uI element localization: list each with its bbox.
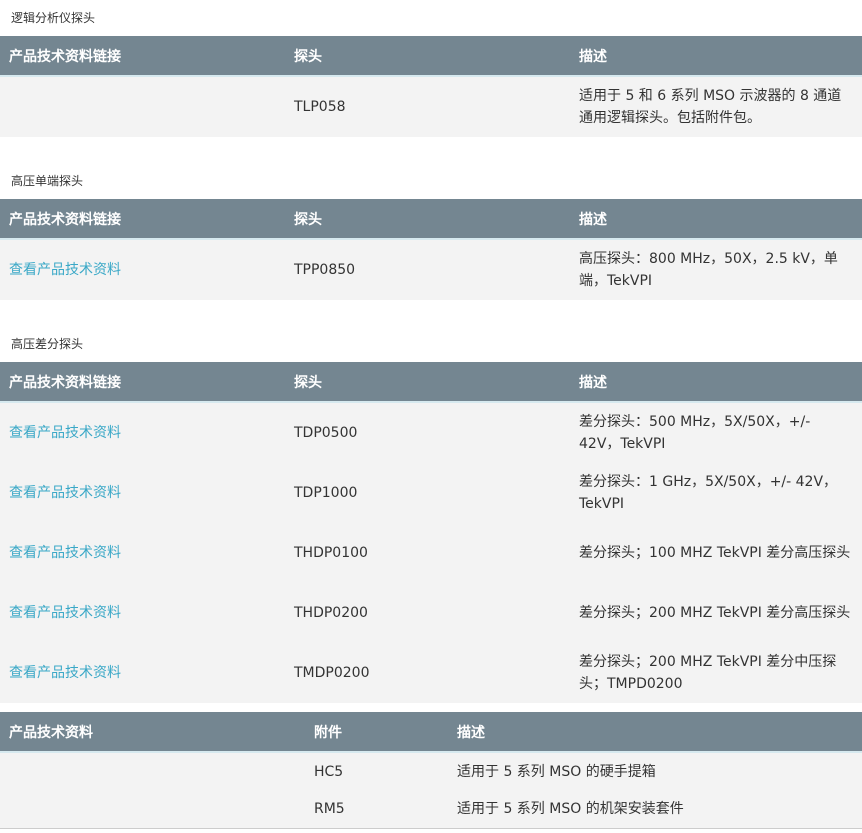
datasheet-link-cell (0, 75, 285, 137)
column-header-probe: 探头 (294, 374, 322, 391)
accessory-description-cell: 适用于 5 系列 MSO 的机架安装套件 (457, 800, 684, 817)
datasheet-link-cell (0, 751, 305, 790)
datasheet-link-cell: 查看产品技术资料 (0, 463, 285, 523)
probe-model-cell: TDP0500 (285, 401, 570, 463)
column-header-accessory: 附件 (314, 724, 342, 741)
datasheet-link-cell: 查看产品技术资料 (0, 643, 285, 703)
probe-description-cell: 差分探头；200 MHZ TekVPI 差分中压探头；TMPD0200 (579, 654, 837, 692)
column-header-datasheet-link: 产品技术资料链接 (9, 211, 121, 228)
table-row: 查看产品技术资料 TPP0850 高压探头：800 MHz，50X，2.5 kV… (0, 238, 862, 300)
datasheet-link[interactable]: 查看产品技术资料 (9, 605, 121, 621)
probe-description-cell: 高压探头：800 MHz，50X，2.5 kV，单端，TekVPI (570, 238, 862, 300)
column-header-description: 描述 (579, 48, 607, 65)
column-header-datasheet-link: 产品技术资料链接 (9, 48, 121, 65)
table-row: TLP058 适用于 5 和 6 系列 MSO 示波器的 8 通道通用逻辑探头。… (0, 75, 862, 137)
datasheet-link[interactable]: 查看产品技术资料 (9, 665, 121, 681)
column-header-probe: 探头 (294, 48, 322, 65)
datasheet-link-cell: 查看产品技术资料 (0, 583, 285, 643)
probe-description-cell: 适用于 5 和 6 系列 MSO 示波器的 8 通道通用逻辑探头。包括附件包。 (570, 75, 862, 137)
table-row: RM5 适用于 5 系列 MSO 的机架安装套件 (0, 790, 862, 828)
probe-model-cell: TMDP0200 (294, 665, 370, 681)
column-header-description: 描述 (579, 211, 607, 228)
accessory-model-cell: HC5 (305, 751, 448, 790)
datasheet-link-cell: 查看产品技术资料 (0, 401, 285, 463)
probe-description-cell: 差分探头；200 MHZ TekVPI 差分高压探头 (579, 605, 851, 621)
accessory-model-cell: RM5 (314, 800, 345, 817)
probe-model-cell: TPP0850 (285, 238, 570, 300)
table-row: 查看产品技术资料 TDP1000 差分探头：1 GHz，5X/50X，+/- 4… (0, 463, 862, 523)
datasheet-link-cell (0, 790, 305, 828)
datasheet-link[interactable]: 查看产品技术资料 (9, 425, 121, 441)
table-row: 查看产品技术资料 TDP0500 差分探头：500 MHz，5X/50X，+/-… (0, 401, 862, 463)
table-header-row: 产品技术资料链接 探头 描述 (0, 199, 862, 239)
probe-model-cell: THDP0200 (294, 605, 368, 621)
logic-probes-table: 产品技术资料链接 探头 描述 TLP058 适用于 5 和 6 系列 MSO 示… (0, 36, 862, 137)
probe-model-cell: TDP1000 (294, 485, 358, 501)
table-row: 查看产品技术资料 TMDP0200 差分探头；200 MHZ TekVPI 差分… (0, 643, 862, 703)
datasheet-link[interactable]: 查看产品技术资料 (9, 262, 121, 278)
table-row: 查看产品技术资料 THDP0200 差分探头；200 MHZ TekVPI 差分… (0, 583, 862, 643)
probe-model-cell: TLP058 (285, 75, 570, 137)
datasheet-link[interactable]: 查看产品技术资料 (9, 545, 121, 561)
column-header-probe: 探头 (294, 211, 322, 228)
accessories-table: 产品技术资料 附件 描述 HC5 适用于 5 系列 MSO 的硬手提箱 RM5 … (0, 712, 862, 829)
section-title-hv-single-ended: 高压单端探头 (11, 174, 84, 188)
hv-single-ended-table: 产品技术资料链接 探头 描述 查看产品技术资料 TPP0850 高压探头：800… (0, 199, 862, 300)
datasheet-link[interactable]: 查看产品技术资料 (9, 485, 121, 501)
accessory-description-cell: 适用于 5 系列 MSO 的硬手提箱 (448, 751, 862, 790)
probe-description-cell: 差分探头；100 MHZ TekVPI 差分高压探头 (579, 545, 851, 561)
hv-differential-table: 产品技术资料链接 探头 描述 查看产品技术资料 TDP0500 差分探头：500… (0, 362, 862, 703)
table-row: HC5 适用于 5 系列 MSO 的硬手提箱 (0, 751, 862, 790)
probe-model-cell: THDP0100 (294, 545, 368, 561)
datasheet-link-cell: 查看产品技术资料 (0, 238, 285, 300)
table-header-row: 产品技术资料链接 探头 描述 (0, 36, 862, 76)
table-header-row: 产品技术资料 附件 描述 (0, 712, 862, 752)
column-header-description: 描述 (457, 724, 485, 741)
table-header-row: 产品技术资料链接 探头 描述 (0, 362, 862, 402)
column-header-datasheet-link: 产品技术资料链接 (9, 374, 121, 391)
column-header-description: 描述 (579, 374, 607, 391)
section-title-logic-probes: 逻辑分析仪探头 (11, 11, 96, 25)
section-title-hv-differential: 高压差分探头 (11, 337, 84, 351)
table-row: 查看产品技术资料 THDP0100 差分探头；100 MHZ TekVPI 差分… (0, 523, 862, 583)
column-header-datasheet: 产品技术资料 (9, 724, 93, 741)
probe-description-cell: 差分探头：1 GHz，5X/50X，+/- 42V，TekVPI (579, 474, 838, 512)
datasheet-link-cell: 查看产品技术资料 (0, 523, 285, 583)
probe-description-cell: 差分探头：500 MHz，5X/50X，+/- 42V，TekVPI (570, 401, 862, 463)
